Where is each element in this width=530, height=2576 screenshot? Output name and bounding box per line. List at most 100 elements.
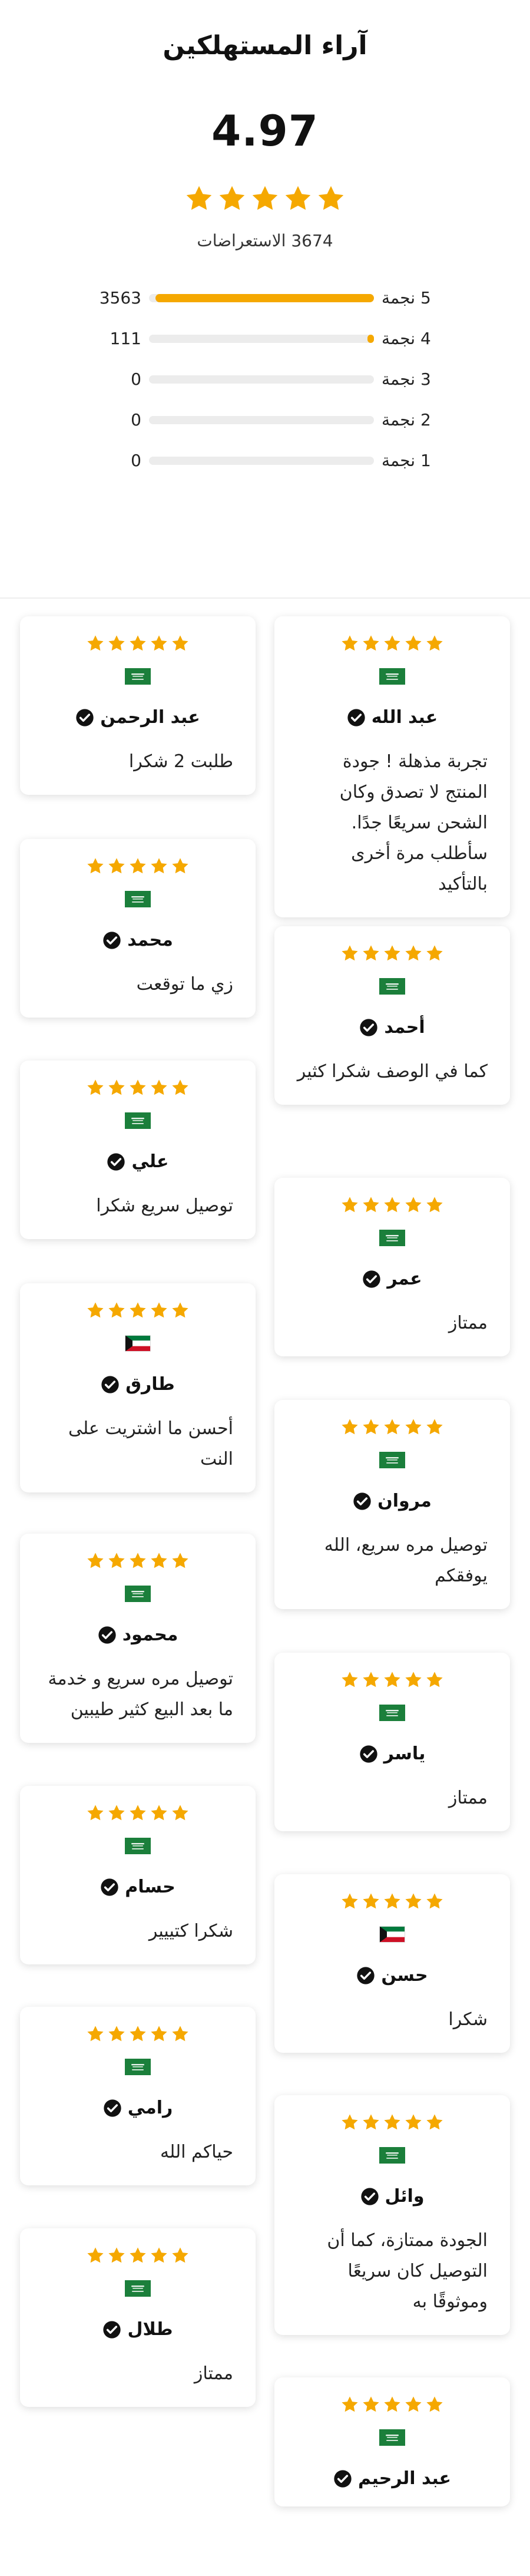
star-icon xyxy=(108,1553,125,1568)
reviewer-row: رامي xyxy=(42,2098,233,2118)
histogram-row[interactable]: 0 2 نجمة xyxy=(94,408,436,432)
review-card: علي توصيل سريع شكرا xyxy=(20,1061,256,1239)
histogram-row[interactable]: 0 3 نجمة xyxy=(94,368,436,391)
review-stars xyxy=(42,2025,233,2043)
reviewer-name: مروان xyxy=(377,1491,432,1511)
star-icon xyxy=(426,635,443,651)
review-text: حياكم الله xyxy=(160,2142,233,2162)
star-icon xyxy=(151,1553,167,1568)
verified-check-icon xyxy=(107,1152,125,1171)
star-icon xyxy=(108,858,125,874)
star-icon xyxy=(151,2026,167,2042)
star-icon xyxy=(172,1079,188,1095)
review-text: شكرا كتييير xyxy=(148,1921,233,1941)
review-stars xyxy=(297,634,488,653)
review-text: زي ما توقعت xyxy=(136,974,233,995)
star-icon xyxy=(151,2247,167,2263)
review-text: شكرا xyxy=(448,2009,488,2030)
review-stars xyxy=(297,1892,488,1911)
star-icon xyxy=(318,186,344,210)
review-card: عبد الرحمن طلبت 2 شكرا xyxy=(20,616,256,795)
reviewer-row: محمد xyxy=(42,930,233,950)
verified-check-icon xyxy=(357,1966,375,1984)
star-icon xyxy=(87,2026,104,2042)
star-icon xyxy=(405,2396,422,2412)
review-card: ياسر ممتاز xyxy=(274,1653,510,1831)
verified-check-icon xyxy=(360,2187,379,2205)
star-icon xyxy=(426,945,443,961)
star-icon xyxy=(342,2114,358,2130)
verified-check-icon xyxy=(334,2469,352,2488)
saudi-flag-icon xyxy=(379,2147,405,2164)
star-icon xyxy=(87,1805,104,1821)
review-card: وائل الجودة ممتازة، كما أن التوصيل كان سر… xyxy=(274,2095,510,2335)
review-text: توصيل مره سريع و خدمة ما بعد البيع كثير … xyxy=(48,1669,233,1720)
saudi-flag-icon xyxy=(379,668,405,685)
saudi-flag-icon xyxy=(379,1705,405,1721)
star-icon xyxy=(172,2026,188,2042)
star-icon xyxy=(426,1672,443,1687)
star-icon xyxy=(172,1302,188,1318)
star-icon xyxy=(108,2247,125,2263)
star-icon xyxy=(342,635,358,651)
review-stars xyxy=(297,2113,488,2132)
star-icon xyxy=(384,2114,400,2130)
star-icon xyxy=(342,1197,358,1213)
star-icon xyxy=(363,1197,379,1213)
review-text: أحسن ما اشتريت على النت xyxy=(68,1418,233,1469)
review-card: مروان توصيل مره سريع، الله يوفقكم xyxy=(274,1400,510,1609)
reviewer-row: وائل xyxy=(297,2186,488,2207)
star-icon xyxy=(87,2247,104,2263)
saudi-flag-icon xyxy=(379,2429,405,2446)
histogram-label: 3 نجمة xyxy=(382,369,431,389)
star-icon xyxy=(405,1419,422,1435)
verified-check-icon xyxy=(104,2099,121,2117)
review-stars xyxy=(42,1804,233,1822)
kuwait-flag-icon xyxy=(125,1335,151,1352)
review-text: تجربة مذهلة ! جودة المنتج لا تصدق وكان ا… xyxy=(339,751,488,894)
review-text: توصيل سريع شكرا xyxy=(96,1195,233,1216)
star-icon xyxy=(405,945,422,961)
star-icon xyxy=(130,1302,146,1318)
review-card: رامي حياكم الله xyxy=(20,2007,256,2185)
reviewer-row: عبد الرحمن xyxy=(42,707,233,728)
histogram-row[interactable]: 111 4 نجمة xyxy=(94,327,436,351)
reviewer-row: علي xyxy=(42,1151,233,1172)
star-icon xyxy=(405,1197,422,1213)
star-icon xyxy=(384,1893,400,1909)
reviewer-row: عبد الله xyxy=(297,707,488,728)
histogram-label: 1 نجمة xyxy=(382,451,431,470)
star-icon xyxy=(384,1419,400,1435)
review-stars xyxy=(42,1301,233,1320)
histogram-bar-track xyxy=(149,294,374,302)
verified-check-icon xyxy=(359,1745,377,1763)
review-card: طلال ممتاز xyxy=(20,2228,256,2407)
star-icon xyxy=(342,1893,358,1909)
reviewer-name: عمر xyxy=(387,1269,422,1289)
star-icon xyxy=(285,186,311,210)
star-icon xyxy=(172,1553,188,1568)
review-stars xyxy=(42,1551,233,1570)
saudi-flag-icon xyxy=(125,2059,151,2075)
saudi-flag-icon xyxy=(125,668,151,685)
star-icon xyxy=(151,858,167,874)
star-icon xyxy=(130,858,146,874)
reviewer-name: طارق xyxy=(125,1374,175,1395)
reviewer-name: ياسر xyxy=(383,1743,426,1764)
histogram-row[interactable]: 0 1 نجمة xyxy=(94,449,436,473)
total-reviews: 3674 الاستعراضات xyxy=(197,231,333,250)
verified-check-icon xyxy=(353,1492,371,1510)
review-text: كما في الوصف شكرا كثير xyxy=(297,1061,488,1082)
saudi-flag-icon xyxy=(125,2280,151,2297)
saudi-flag-icon xyxy=(125,1838,151,1854)
kuwait-flag-icon xyxy=(379,1926,405,1943)
review-text: طلبت 2 شكرا xyxy=(128,751,233,772)
star-icon xyxy=(384,945,400,961)
star-icon xyxy=(108,2026,125,2042)
histogram-count: 0 xyxy=(131,369,141,389)
histogram-row[interactable]: 3563 5 نجمة xyxy=(94,286,436,310)
reviewer-row: طارق xyxy=(42,1374,233,1395)
star-icon xyxy=(130,1805,146,1821)
verified-check-icon xyxy=(363,1270,381,1288)
review-card: حسن شكرا xyxy=(274,1874,510,2053)
